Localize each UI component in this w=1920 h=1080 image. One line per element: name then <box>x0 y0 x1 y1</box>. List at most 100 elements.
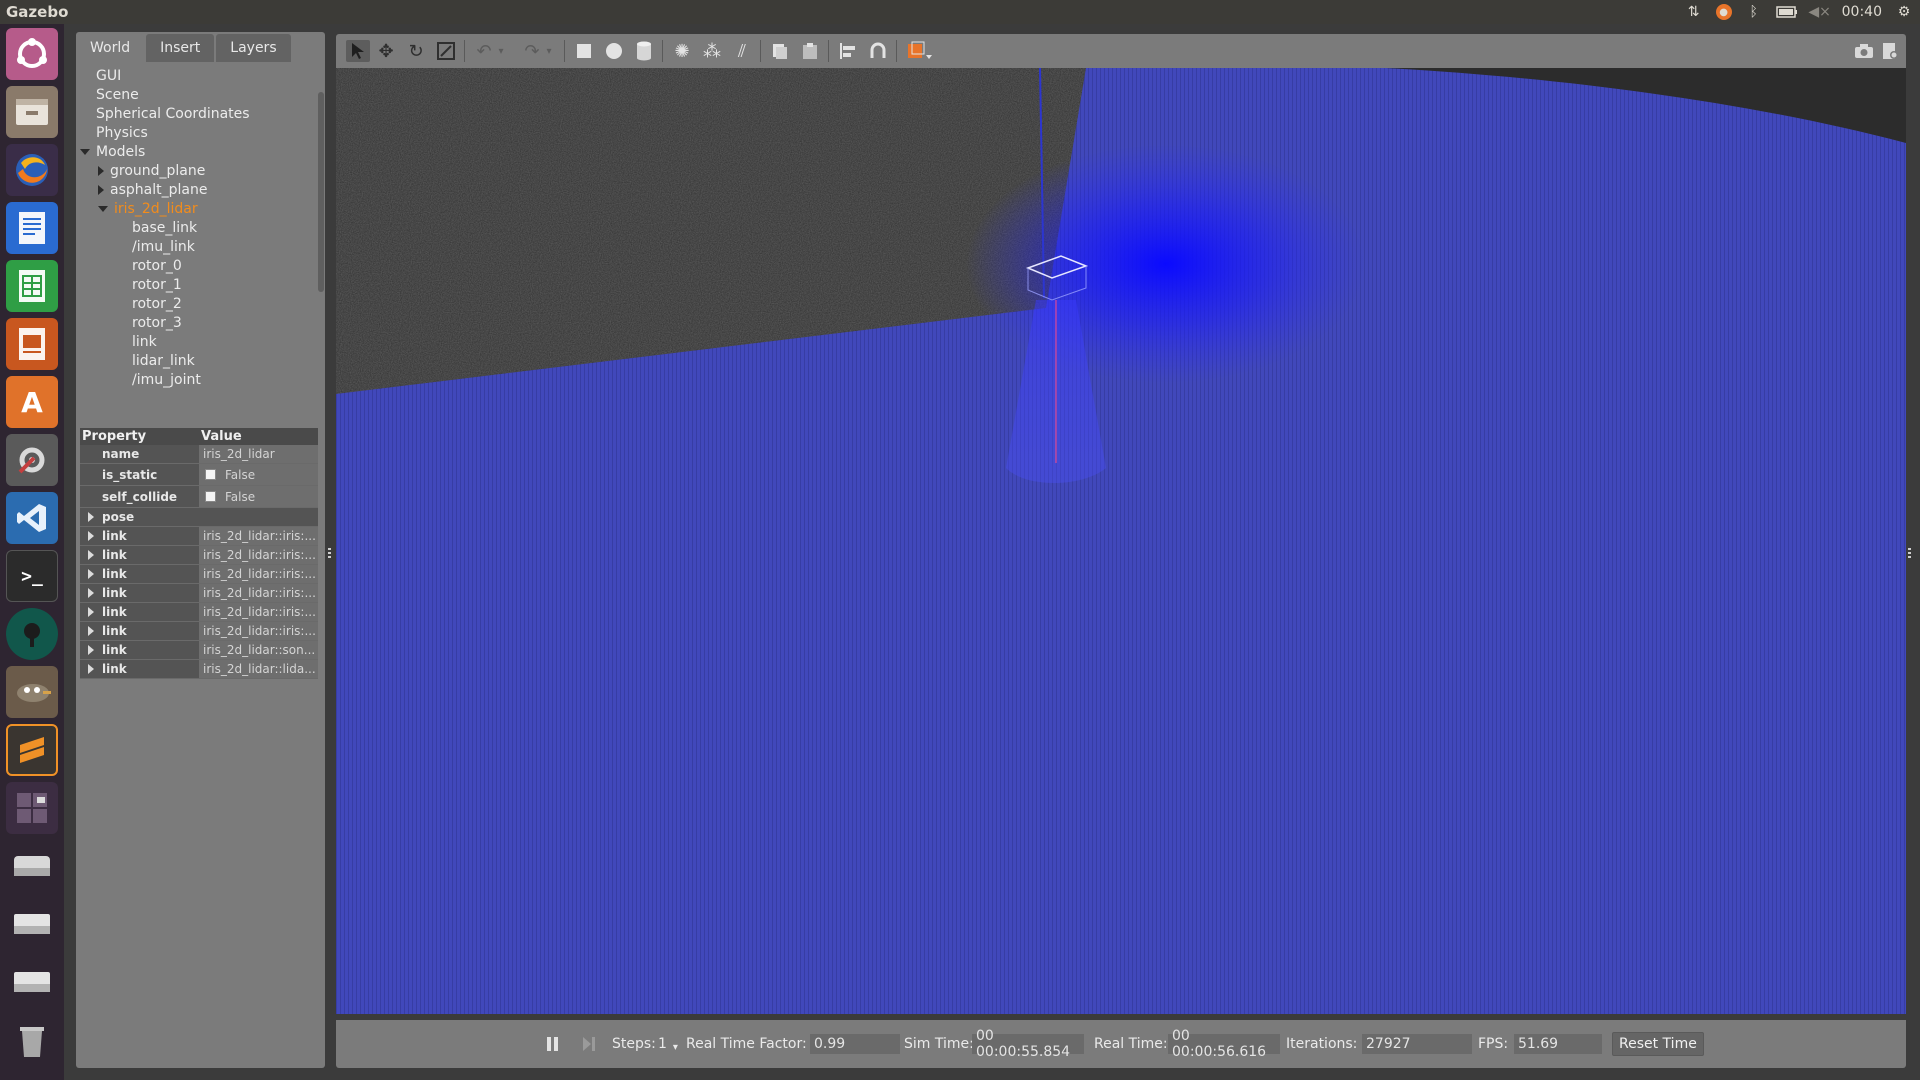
property-row[interactable]: name iris_2d_lidar <box>80 445 318 464</box>
screenshot-icon[interactable] <box>1852 40 1876 62</box>
directional-light-icon[interactable]: ⫽ <box>730 40 754 62</box>
view-angle-icon[interactable] <box>904 40 934 62</box>
expand-arrow-icon[interactable] <box>88 645 94 655</box>
undo-icon[interactable]: ↶ <box>472 40 496 62</box>
redo-icon[interactable]: ↷ <box>520 40 544 62</box>
translate-icon[interactable]: ✥ <box>374 40 398 62</box>
system-settings-icon[interactable] <box>6 434 58 486</box>
drive-icon[interactable] <box>6 840 58 892</box>
property-row[interactable]: self_collide False <box>80 486 318 508</box>
select-arrow-icon[interactable] <box>346 40 370 62</box>
property-row[interactable]: link iris_2d_lidar::iris:... <box>80 565 318 584</box>
tree-item[interactable]: rotor_1 <box>132 275 182 294</box>
tab-layers[interactable]: Layers <box>216 34 291 62</box>
sublime-icon[interactable] <box>6 724 58 776</box>
expand-arrow-icon[interactable] <box>88 588 94 598</box>
drive-icon-2[interactable] <box>6 898 58 950</box>
expand-arrow-icon[interactable] <box>88 550 94 560</box>
rotate-icon[interactable]: ↻ <box>404 40 428 62</box>
tab-world[interactable]: World <box>76 34 145 62</box>
expand-arrow-icon[interactable] <box>88 531 94 541</box>
tree-item[interactable]: Models <box>80 142 145 161</box>
trash-icon[interactable] <box>6 1014 58 1066</box>
undo-dropdown-icon[interactable]: ▾ <box>494 40 508 62</box>
firefox-icon[interactable] <box>6 144 58 196</box>
ubuntu-dash-icon[interactable] <box>6 28 58 80</box>
clock[interactable]: 00:40 <box>1842 4 1882 20</box>
pause-button[interactable] <box>546 1033 562 1055</box>
tree-item[interactable]: iris_2d_lidar <box>98 199 198 218</box>
gitkraken-icon[interactable] <box>6 608 58 660</box>
tree-item[interactable]: rotor_0 <box>132 256 182 275</box>
property-row[interactable]: is_static False <box>80 464 318 486</box>
redo-dropdown-icon[interactable]: ▾ <box>542 40 556 62</box>
expand-arrow-icon[interactable] <box>88 607 94 617</box>
reset-time-button[interactable]: Reset Time <box>1612 1032 1704 1056</box>
property-row[interactable]: link iris_2d_lidar::iris:... <box>80 603 318 622</box>
tree-item[interactable]: Physics <box>96 123 148 142</box>
tree-scrollbar[interactable] <box>318 92 324 292</box>
bluetooth-icon[interactable]: ᛒ <box>1746 4 1762 20</box>
align-icon[interactable] <box>836 40 860 62</box>
property-row[interactable]: link iris_2d_lidar::iris:... <box>80 584 318 603</box>
expanded-arrow-icon[interactable] <box>80 148 90 155</box>
paste-icon[interactable] <box>798 40 822 62</box>
scale-icon[interactable] <box>434 40 458 62</box>
expand-arrow-icon[interactable] <box>88 664 94 674</box>
tab-insert[interactable]: Insert <box>146 34 215 62</box>
vscode-icon[interactable] <box>6 492 58 544</box>
tree-item[interactable]: ground_plane <box>98 161 205 180</box>
software-updater-icon[interactable]: ● <box>1715 4 1732 20</box>
property-row[interactable]: link iris_2d_lidar::iris:... <box>80 622 318 641</box>
expand-arrow-icon[interactable] <box>88 512 94 522</box>
sphere-shape-icon[interactable] <box>602 40 626 62</box>
property-value[interactable]: False <box>199 464 318 485</box>
spot-light-icon[interactable]: ⁂ <box>700 40 724 62</box>
tree-item[interactable]: GUI <box>96 66 121 85</box>
steps-spinbox[interactable]: 1 ▾ <box>658 1034 678 1054</box>
box-shape-icon[interactable] <box>572 40 596 62</box>
property-row[interactable]: link iris_2d_lidar::lida... <box>80 660 318 679</box>
expand-arrow-icon[interactable] <box>88 569 94 579</box>
collapsed-arrow-icon[interactable] <box>98 184 104 195</box>
tree-item[interactable]: /imu_joint <box>132 370 201 389</box>
battery-icon[interactable] <box>1775 4 1798 20</box>
world-tree[interactable]: GUI Scene Spherical Coordinates Physics Mode… <box>80 66 312 396</box>
calc-icon[interactable] <box>6 260 58 312</box>
impress-icon[interactable] <box>6 318 58 370</box>
point-light-icon[interactable]: ✺ <box>670 40 694 62</box>
right-splitter-handle[interactable] <box>1908 548 1911 558</box>
snap-icon[interactable] <box>866 40 890 62</box>
software-center-icon[interactable]: A <box>6 376 58 428</box>
tree-item[interactable]: rotor_2 <box>132 294 182 313</box>
gimp-icon[interactable] <box>6 666 58 718</box>
property-checkbox[interactable] <box>205 491 216 502</box>
tree-item[interactable]: link <box>132 332 157 351</box>
cylinder-shape-icon[interactable] <box>632 40 656 62</box>
drive-icon-3[interactable] <box>6 956 58 1008</box>
property-row[interactable]: link iris_2d_lidar::iris:... <box>80 546 318 565</box>
terminal-icon[interactable]: >_ <box>6 550 58 602</box>
property-row[interactable]: link iris_2d_lidar::son... <box>80 641 318 660</box>
tree-item[interactable]: /imu_link <box>132 237 195 256</box>
expanded-arrow-icon[interactable] <box>98 205 108 212</box>
3d-viewport[interactable] <box>336 68 1906 1014</box>
record-log-icon[interactable] <box>1878 40 1902 62</box>
value-column-header[interactable]: Value <box>199 428 318 445</box>
files-icon[interactable] <box>6 86 58 138</box>
property-row[interactable]: pose <box>80 508 318 527</box>
tree-item[interactable]: asphalt_plane <box>98 180 207 199</box>
steps-dropdown-icon[interactable]: ▾ <box>673 1042 678 1053</box>
expand-arrow-icon[interactable] <box>88 626 94 636</box>
left-splitter-handle[interactable] <box>328 548 331 558</box>
copy-icon[interactable] <box>768 40 792 62</box>
settings-cog-icon[interactable]: ⚙ <box>1896 4 1912 20</box>
tree-item[interactable]: base_link <box>132 218 197 237</box>
property-row[interactable]: link iris_2d_lidar::iris:... <box>80 527 318 546</box>
tree-item[interactable]: Scene <box>96 85 139 104</box>
workspace-switcher-icon[interactable] <box>6 782 58 834</box>
network-updown-icon[interactable]: ⇅ <box>1686 4 1702 20</box>
property-checkbox[interactable] <box>205 469 216 480</box>
tree-item[interactable]: Spherical Coordinates <box>96 104 250 123</box>
writer-icon[interactable] <box>6 202 58 254</box>
